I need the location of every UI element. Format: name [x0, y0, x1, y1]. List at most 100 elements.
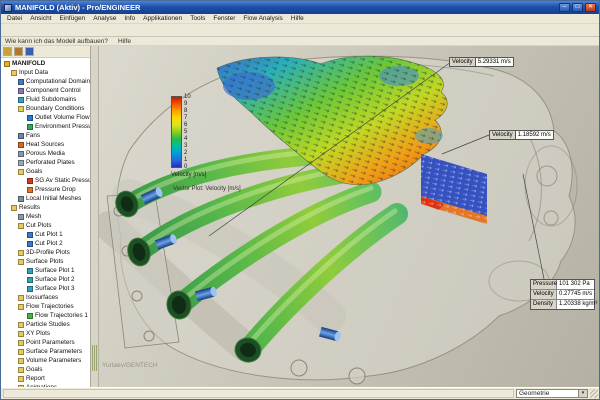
tree-item-label: Goals — [26, 366, 43, 373]
tree-item-icon — [18, 105, 24, 112]
tree-item-icon — [27, 231, 33, 238]
tree-item[interactable]: Report — [1, 374, 90, 383]
tree-item-icon — [18, 87, 24, 94]
tree-item[interactable]: XY Plots — [1, 329, 90, 338]
tree-item[interactable]: Goals — [1, 167, 90, 176]
tree-item-label: MANIFOLD — [12, 60, 46, 67]
tree-item-icon — [18, 303, 24, 310]
tree-item[interactable]: Cut Plot 1 — [1, 230, 90, 239]
tree-item[interactable]: Goals — [1, 365, 90, 374]
status-bar: Geometrie ▾ — [1, 387, 599, 399]
tree-item-icon — [11, 204, 17, 211]
tree-item[interactable]: Cut Plot 2 — [1, 239, 90, 248]
help-link[interactable]: Hilfe — [118, 37, 131, 45]
tree-item[interactable]: SG Av Static Pressure 1 — [1, 176, 90, 185]
tree-item-label: SG Av Static Pressure 1 — [35, 177, 90, 184]
minimize-button[interactable]: – — [559, 3, 570, 12]
legend-color-bar[interactable] — [171, 96, 182, 168]
tree-item[interactable]: Flow Trajectories — [1, 302, 90, 311]
selection-filter-combo[interactable]: Geometrie ▾ — [516, 389, 588, 398]
velocity-legend[interactable]: 10 9 8 7 6 5 4 3 2 1 0 Velocity [m/s] Vector Plot:… — [171, 94, 241, 192]
tree-item[interactable]: Surface Parameters — [1, 347, 90, 356]
tree-toolbar-icon[interactable] — [3, 47, 12, 56]
tree-item[interactable]: Fans — [1, 131, 90, 140]
menu-item[interactable]: Flow Analysis — [239, 14, 286, 23]
menu-item[interactable]: Einfügen — [56, 14, 90, 23]
tree-item-label: Cut Plot 2 — [35, 240, 63, 247]
tree-toolbar — [1, 46, 90, 58]
tree-item[interactable]: Porous Media — [1, 149, 90, 158]
tree-toolbar-icon[interactable] — [14, 47, 23, 56]
menu-item[interactable]: Tools — [186, 14, 209, 23]
tree-item[interactable]: Surface Plots — [1, 257, 90, 266]
tree-item[interactable]: Flow Trajectories 1 — [1, 311, 90, 320]
tree-item[interactable]: Volume Parameters — [1, 356, 90, 365]
tree-item-icon — [18, 375, 24, 382]
window-title: MANIFOLD (Aktiv) - Pro/ENGINEER — [15, 3, 141, 12]
point-probe-table[interactable]: Pressure 101 302 Pa Velocity 0.27745 m/s… — [530, 279, 597, 310]
tree-item-icon — [18, 159, 24, 166]
tree-item[interactable]: Environment Pressure 1 — [1, 122, 90, 131]
tree-item[interactable]: Results — [1, 203, 90, 212]
maximize-button[interactable]: □ — [572, 3, 583, 12]
tree-item-label: Surface Parameters — [26, 348, 82, 355]
sash-handle-icon[interactable] — [92, 345, 97, 371]
velocity-callout-2[interactable]: Velocity 1.18592 m/s — [489, 130, 554, 140]
panel-sash[interactable] — [91, 46, 99, 387]
tree-item[interactable]: Surface Plot 1 — [1, 266, 90, 275]
tree-item[interactable]: Boundary Conditions — [1, 104, 90, 113]
tree-item[interactable]: Point Parameters — [1, 338, 90, 347]
tree-item[interactable]: Perforated Plates — [1, 158, 90, 167]
tree-item-icon — [18, 96, 24, 103]
probe-value: 0.27745 m/s — [559, 291, 593, 297]
tree-item-icon — [18, 330, 24, 337]
menu-item[interactable]: Applikationen — [139, 14, 186, 23]
tree-item[interactable]: 3D-Profile Plots — [1, 248, 90, 257]
tree-item-label: Fluid Subdomains — [26, 96, 77, 103]
tree-item[interactable]: Computational Domain — [1, 77, 90, 86]
tree-toolbar-icon[interactable] — [25, 47, 34, 56]
resize-grip[interactable] — [590, 389, 598, 398]
legend-tick-value: 4 — [184, 136, 188, 142]
menu-item[interactable]: Ansicht — [26, 14, 55, 23]
tree-item-label: Environment Pressure 1 — [35, 123, 90, 130]
help-question-link[interactable]: Wie kann ich das Modell aufbauen? — [5, 37, 108, 45]
tree-item-label: Point Parameters — [26, 339, 75, 346]
tree-item[interactable]: MANIFOLD — [1, 59, 90, 68]
tree-item-label: Outlet Volume Flow 1 — [35, 114, 90, 121]
tree-item-icon — [4, 60, 10, 67]
tree-item[interactable]: Component Control — [1, 86, 90, 95]
menu-item[interactable]: Hilfe — [287, 14, 308, 23]
tree-item[interactable]: Pressure Drop — [1, 185, 90, 194]
tree-item-icon — [27, 177, 33, 184]
menu-item[interactable]: Analyse — [89, 14, 120, 23]
menu-item[interactable]: Info — [120, 14, 139, 23]
tree-item[interactable]: Input Data — [1, 68, 90, 77]
tree-item[interactable]: Local Initial Meshes — [1, 194, 90, 203]
chevron-down-icon[interactable]: ▾ — [578, 390, 587, 397]
tree-item[interactable]: Surface Plot 3 — [1, 284, 90, 293]
tree-item[interactable]: Fluid Subdomains — [1, 95, 90, 104]
menu-item[interactable]: Fenster — [209, 14, 239, 23]
legend-tick-value: 5 — [184, 129, 188, 135]
velocity-callout-1[interactable]: Velocity 5.29331 m/s — [449, 57, 514, 67]
tree-item-label: Computational Domain — [26, 78, 90, 85]
tree-item[interactable]: Outlet Volume Flow 1 — [1, 113, 90, 122]
tree-item-label: Report — [26, 375, 45, 382]
tree-item-label: Input Data — [19, 69, 49, 76]
close-button[interactable]: ✕ — [585, 3, 596, 12]
tree-item[interactable]: Cut Plots — [1, 221, 90, 230]
tree-item[interactable]: Heat Sources — [1, 140, 90, 149]
tree-item-icon — [18, 321, 24, 328]
graphics-viewport[interactable]: 10 9 8 7 6 5 4 3 2 1 0 Velocity [m/s] Vector Plot:… — [99, 46, 599, 387]
tree-item-icon — [11, 69, 17, 76]
menu-item[interactable]: Datei — [3, 14, 26, 23]
legend-tick-value: 3 — [184, 143, 188, 149]
tree-item-icon — [18, 213, 24, 220]
tree-item[interactable]: Mesh — [1, 212, 90, 221]
tree-item-label: Goals — [26, 168, 43, 175]
tree-item[interactable]: Isosurfaces — [1, 293, 90, 302]
tree-item[interactable]: Surface Plot 2 — [1, 275, 90, 284]
tree-item[interactable]: Particle Studies — [1, 320, 90, 329]
tree-item-icon — [27, 312, 33, 319]
